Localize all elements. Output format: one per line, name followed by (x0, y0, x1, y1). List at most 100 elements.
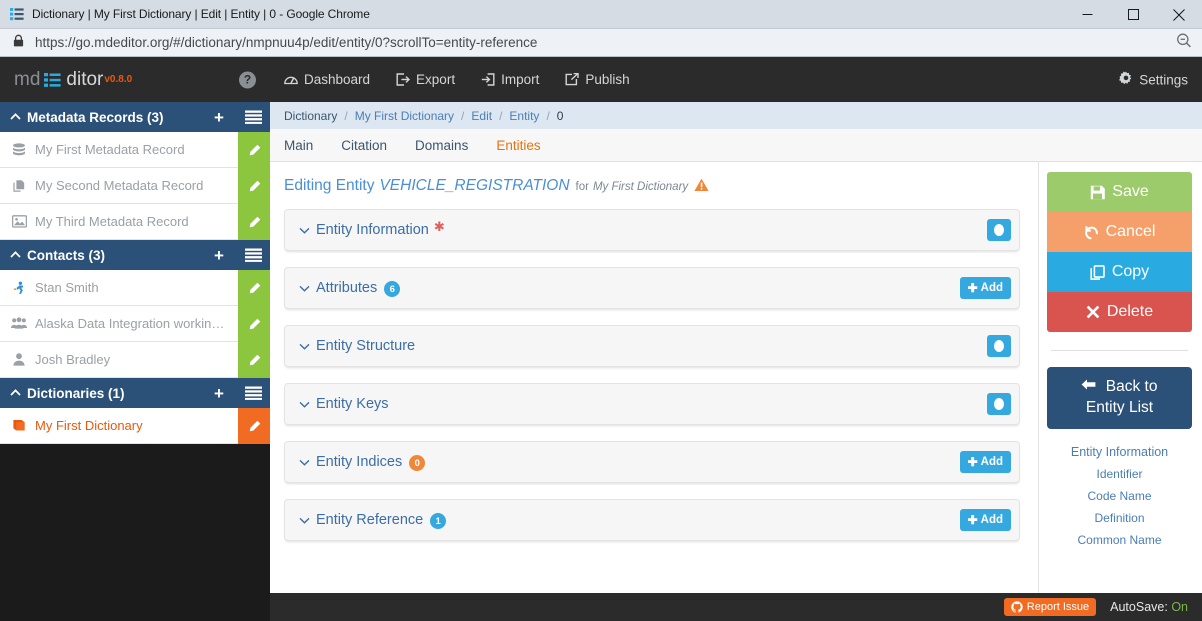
breadcrumb-item-edit[interactable]: Edit (471, 109, 492, 123)
rail-nav-header[interactable]: Entity Information (1047, 445, 1192, 459)
breadcrumb-item-entity[interactable]: Entity (509, 109, 539, 123)
rail-nav-definition[interactable]: Definition (1047, 511, 1192, 525)
dictionaries-list-button[interactable] (236, 378, 270, 408)
edit-metadata-record-1-button[interactable] (238, 132, 270, 168)
topnav-export[interactable]: Export (396, 72, 455, 87)
add-attribute-button[interactable]: ✚ Add (959, 277, 1011, 299)
sidebar-group-metadata-records[interactable]: Metadata Records (3) + (0, 102, 270, 132)
right-action-rail: Save Cancel Copy Delete Back to Entity L… (1038, 162, 1202, 621)
breadcrumb-item-dictionary[interactable]: Dictionary (284, 109, 337, 123)
chevron-up-icon (10, 388, 21, 399)
tab-entities[interactable]: Entities (496, 138, 540, 153)
sidebar-item-my-second-metadata-record[interactable]: My Second Metadata Record (0, 168, 270, 204)
content-region: Editing Entity VEHICLE_REGISTRATION for … (270, 162, 1202, 621)
cancel-button[interactable]: Cancel (1047, 212, 1192, 252)
rail-nav-code-name[interactable]: Code Name (1047, 489, 1192, 503)
autosave-status: AutoSave: On (1110, 600, 1188, 614)
contacts-list-button[interactable] (236, 240, 270, 270)
panel-title: Entity Reference (316, 512, 424, 528)
panel-entity-indices[interactable]: Entity Indices 0 ✚ Add (284, 441, 1020, 483)
topnav-label: Dashboard (304, 72, 371, 87)
circle-icon (994, 398, 1004, 410)
report-issue-button[interactable]: Report Issue (1003, 598, 1097, 616)
main-area: Dashboard Export Import Publish Settings… (270, 57, 1202, 621)
panel-entity-reference[interactable]: Entity Reference 1 ✚ Add (284, 499, 1020, 541)
maximize-button[interactable] (1110, 0, 1156, 29)
app-footer: Report Issue AutoSave: On (270, 593, 1202, 621)
sidebar-item-label: My Second Metadata Record (35, 178, 204, 193)
delete-button[interactable]: Delete (1047, 292, 1192, 332)
chevron-down-icon (299, 282, 310, 294)
add-entity-reference-button[interactable]: ✚ Add (959, 509, 1011, 531)
panel-entity-structure[interactable]: Entity Structure (284, 325, 1020, 367)
panel-action (987, 393, 1011, 415)
edit-metadata-record-2-button[interactable] (238, 168, 270, 204)
image-icon (10, 214, 28, 230)
sidebar-group-contacts[interactable]: Contacts (3) + (0, 240, 270, 270)
circle-icon (994, 340, 1004, 352)
sidebar-item-stan-smith[interactable]: Stan Smith (0, 270, 270, 306)
entity-information-toggle-button[interactable] (987, 219, 1011, 241)
metadata-records-list-button[interactable] (236, 102, 270, 132)
app-brand[interactable]: md ditor v0.8.0 ? (0, 57, 270, 102)
topnav-dashboard[interactable]: Dashboard (284, 72, 370, 87)
sidebar-group-dictionaries[interactable]: Dictionaries (1) + (0, 378, 270, 408)
action-button-stack: Save Cancel Copy Delete (1047, 172, 1192, 332)
add-metadata-record-button[interactable]: + (202, 102, 236, 132)
edit-dictionary-button[interactable] (238, 408, 270, 444)
back-to-entity-list-button[interactable]: Back to Entity List (1047, 367, 1192, 429)
minimize-button[interactable] (1064, 0, 1110, 29)
sidebar-item-my-first-dictionary[interactable]: My First Dictionary (0, 408, 270, 444)
edit-contact-alaska-button[interactable] (238, 306, 270, 342)
attributes-count-badge: 6 (384, 281, 401, 297)
github-icon (1011, 601, 1023, 613)
topnav-settings[interactable]: Settings (1119, 71, 1188, 88)
copy-files-icon (10, 178, 28, 194)
copy-button[interactable]: Copy (1047, 252, 1192, 292)
entity-structure-toggle-button[interactable] (987, 335, 1011, 357)
browser-address-bar[interactable]: https://go.mdeditor.org/#/dictionary/nmp… (0, 29, 1202, 57)
add-entity-index-button[interactable]: ✚ Add (959, 451, 1011, 473)
rail-divider (1051, 350, 1188, 351)
rail-nav-identifier[interactable]: Identifier (1047, 467, 1192, 481)
sidebar-item-josh-bradley[interactable]: Josh Bradley (0, 342, 270, 378)
save-button[interactable]: Save (1047, 172, 1192, 212)
cancel-label: Cancel (1105, 223, 1156, 240)
tab-citation[interactable]: Citation (341, 138, 387, 153)
sidebar-item-alaska-data-integration[interactable]: Alaska Data Integration working… (0, 306, 270, 342)
edit-contact-stan-smith-button[interactable] (238, 270, 270, 306)
topnav-import[interactable]: Import (481, 72, 539, 87)
undo-arrow-icon (1084, 225, 1099, 240)
window-controls (1064, 0, 1202, 29)
breadcrumb-item-my-first-dictionary[interactable]: My First Dictionary (355, 109, 454, 123)
help-icon[interactable]: ? (239, 71, 256, 88)
topnav-publish[interactable]: Publish (565, 72, 630, 87)
panel-entity-keys[interactable]: Entity Keys (284, 383, 1020, 425)
sidebar-item-label: Stan Smith (35, 280, 99, 295)
rail-nav-common-name[interactable]: Common Name (1047, 533, 1192, 547)
add-contact-button[interactable]: + (202, 240, 236, 270)
pencil-icon (249, 318, 260, 329)
add-dictionary-button[interactable]: + (202, 378, 236, 408)
sidebar-item-my-first-metadata-record[interactable]: My First Metadata Record (0, 132, 270, 168)
list-menu-icon (244, 248, 262, 262)
breadcrumb: Dictionary / My First Dictionary / Edit … (270, 102, 1202, 129)
back-line-2: Entity List (1085, 398, 1154, 416)
edit-metadata-record-3-button[interactable] (238, 204, 270, 240)
panel-entity-information[interactable]: Entity Information ✱ (284, 209, 1020, 251)
zoom-out-icon[interactable] (1176, 32, 1192, 53)
breadcrumb-separator: / (499, 108, 503, 123)
tab-domains[interactable]: Domains (415, 138, 468, 153)
sidebar-footer-spacer (0, 593, 270, 621)
autosave-value: On (1171, 600, 1188, 614)
list-menu-icon (244, 386, 262, 400)
close-button[interactable] (1156, 0, 1202, 29)
sidebar-item-my-third-metadata-record[interactable]: My Third Metadata Record (0, 204, 270, 240)
list-blue-icon (44, 72, 62, 88)
dashboard-icon (284, 73, 298, 86)
edit-contact-josh-bradley-button[interactable] (238, 342, 270, 378)
panel-attributes[interactable]: Attributes 6 ✚ Add (284, 267, 1020, 309)
entity-keys-toggle-button[interactable] (987, 393, 1011, 415)
editing-prefix: Editing Entity (284, 177, 375, 194)
tab-main[interactable]: Main (284, 138, 313, 153)
